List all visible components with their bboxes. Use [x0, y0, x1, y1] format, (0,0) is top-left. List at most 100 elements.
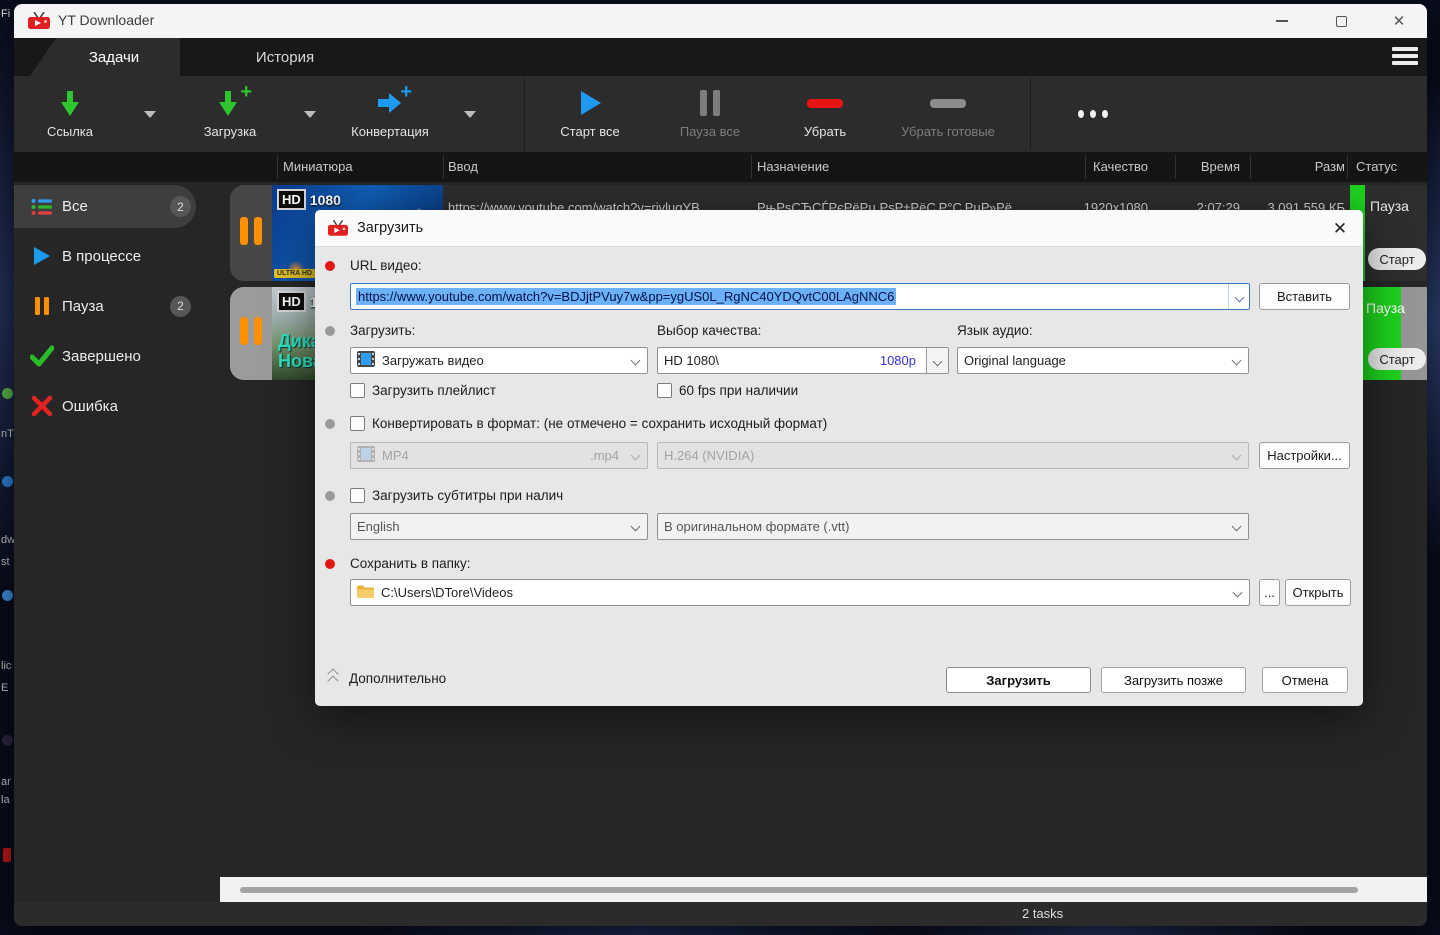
status-bar: 2 tasks: [14, 902, 1427, 926]
add-conversion-label: Конвертация: [351, 124, 429, 139]
pause-icon: [692, 89, 728, 117]
sidebar-in-progress-label: В процессе: [62, 248, 141, 265]
toolbar-separator: [1030, 78, 1031, 150]
row-status: Пауза: [1370, 198, 1409, 214]
folder-icon: [357, 585, 374, 601]
pause-icon: [237, 317, 265, 350]
caret-down-icon: [304, 111, 316, 118]
start-task-button[interactable]: Старт: [1368, 248, 1426, 270]
column-quality[interactable]: Качество: [1040, 159, 1148, 174]
minimize-button[interactable]: [1265, 8, 1299, 34]
open-folder-button[interactable]: Открыть: [1285, 579, 1351, 606]
download-type-select[interactable]: Загружать видео: [350, 347, 648, 374]
add-download-button[interactable]: + Загрузка: [180, 76, 280, 152]
subtitle-language-select[interactable]: English: [350, 513, 648, 540]
horizontal-scrollbar-thumb[interactable]: [240, 887, 1358, 893]
resolution-badge: 1080: [310, 192, 341, 208]
url-value: https://www.youtube.com/watch?v=BDJjtPVu…: [356, 288, 896, 305]
pause-icon: [30, 297, 54, 315]
fps-checkbox[interactable]: 60 fps при наличии: [657, 383, 798, 398]
playlist-checkbox[interactable]: Загрузить плейлист: [350, 383, 496, 398]
titlebar: YT Downloader ✕: [14, 4, 1427, 38]
remove-icon: [807, 89, 843, 117]
url-input[interactable]: https://www.youtube.com/watch?v=BDJjtPVu…: [350, 283, 1250, 310]
tab-history[interactable]: История: [210, 38, 360, 76]
download-later-button[interactable]: Загрузить позже: [1101, 667, 1246, 693]
column-input[interactable]: Ввод: [448, 159, 478, 174]
add-link-button[interactable]: Ссылка: [20, 76, 120, 152]
more-actions-button[interactable]: [1060, 76, 1126, 152]
caret-down-icon: [144, 111, 156, 118]
add-download-dropdown[interactable]: [297, 106, 323, 122]
playlist-checkbox-label: Загрузить плейлист: [372, 383, 496, 398]
browse-button[interactable]: ...: [1259, 579, 1280, 606]
chevron-down-icon: [933, 357, 943, 367]
format-value: MP4: [382, 448, 409, 463]
tab-tasks[interactable]: Задачи: [30, 38, 180, 76]
row-drag-handle[interactable]: [230, 185, 272, 281]
audio-label: Язык аудио:: [957, 323, 1033, 338]
paste-button[interactable]: Вставить: [1259, 283, 1350, 310]
column-size[interactable]: Разм: [1245, 159, 1345, 174]
cancel-button[interactable]: Отмена: [1262, 667, 1348, 693]
format-select[interactable]: MP4 .mp4: [350, 442, 648, 469]
desktop-icon-fragment: [2, 388, 13, 399]
column-time[interactable]: Время: [1180, 159, 1240, 174]
section-dot: [325, 419, 335, 429]
audio-language-select[interactable]: Original language: [957, 347, 1249, 374]
convert-checkbox-label: Конвертировать в формат: (не отмечено = …: [372, 416, 827, 431]
dialog-close-button[interactable]: ✕: [1327, 217, 1353, 241]
remove-done-icon: [930, 89, 966, 117]
desktop-text-fragment: lic: [1, 660, 11, 672]
subtitles-checkbox[interactable]: Загрузить субтитры при налич: [350, 488, 563, 503]
download-label: Загрузить:: [350, 323, 415, 338]
subtitle-format-select[interactable]: В оригинальном формате (.vtt): [657, 513, 1249, 540]
ellipsis-icon: [1075, 100, 1111, 128]
start-all-button[interactable]: Старт все: [535, 76, 645, 152]
close-button[interactable]: ✕: [1382, 8, 1416, 34]
quality-dropdown-button[interactable]: [926, 348, 948, 373]
add-link-dropdown[interactable]: [137, 106, 163, 122]
add-download-label: Загрузка: [204, 124, 257, 139]
add-conversion-button[interactable]: + Конвертация: [330, 76, 450, 152]
settings-button[interactable]: Настройки...: [1259, 442, 1350, 469]
horizontal-scrollbar[interactable]: [220, 877, 1427, 902]
url-dropdown-button[interactable]: [1228, 284, 1249, 309]
chevron-down-icon: [1232, 522, 1242, 532]
remove-done-button[interactable]: Убрать готовые: [878, 76, 1018, 152]
codec-select[interactable]: H.264 (NVIDIA): [657, 442, 1249, 469]
main-menu-button[interactable]: [1390, 45, 1420, 69]
column-destination[interactable]: Назначение: [757, 159, 829, 174]
start-task-button[interactable]: Старт: [1368, 348, 1426, 370]
pause-all-button[interactable]: Пауза все: [655, 76, 765, 152]
download-plus-icon: +: [212, 89, 248, 117]
chevron-down-icon: [631, 451, 641, 461]
minimize-icon: [1276, 20, 1288, 22]
remove-button[interactable]: Убрать: [775, 76, 875, 152]
quality-select[interactable]: HD 1080\ 1080p: [657, 347, 949, 374]
dialog-download-button[interactable]: Загрузить: [946, 667, 1091, 693]
section-dot: [325, 491, 335, 501]
column-thumbnail[interactable]: Миниатюра: [283, 159, 353, 174]
folder-select[interactable]: C:\Users\DTore\Videos: [350, 579, 1250, 606]
pause-all-label: Пауза все: [680, 124, 740, 139]
download-dialog: Загрузить ✕ URL видео: https://www.youtu…: [315, 210, 1363, 706]
paused-count-badge: 2: [170, 296, 191, 317]
add-conversion-dropdown[interactable]: [457, 106, 483, 122]
column-status[interactable]: Статус: [1356, 159, 1397, 174]
all-count-badge: 2: [170, 196, 191, 217]
row-drag-handle[interactable]: [230, 287, 272, 380]
desktop-icon-fragment: [2, 476, 13, 487]
play-icon: [572, 89, 608, 117]
format-extension: .mp4: [590, 448, 619, 463]
task-count: 2 tasks: [1022, 906, 1063, 921]
dialog-title: Загрузить: [357, 220, 423, 236]
sidebar-item-all[interactable]: Все 2: [14, 185, 196, 228]
advanced-toggle[interactable]: Дополнительно: [349, 671, 446, 686]
caret-down-icon: [464, 111, 476, 118]
chevron-down-icon: [1232, 356, 1242, 366]
convert-plus-icon: +: [372, 89, 408, 117]
desktop-text-fragment: dw: [1, 534, 14, 546]
convert-checkbox[interactable]: Конвертировать в формат: (не отмечено = …: [350, 416, 827, 431]
maximize-button[interactable]: [1324, 8, 1358, 34]
